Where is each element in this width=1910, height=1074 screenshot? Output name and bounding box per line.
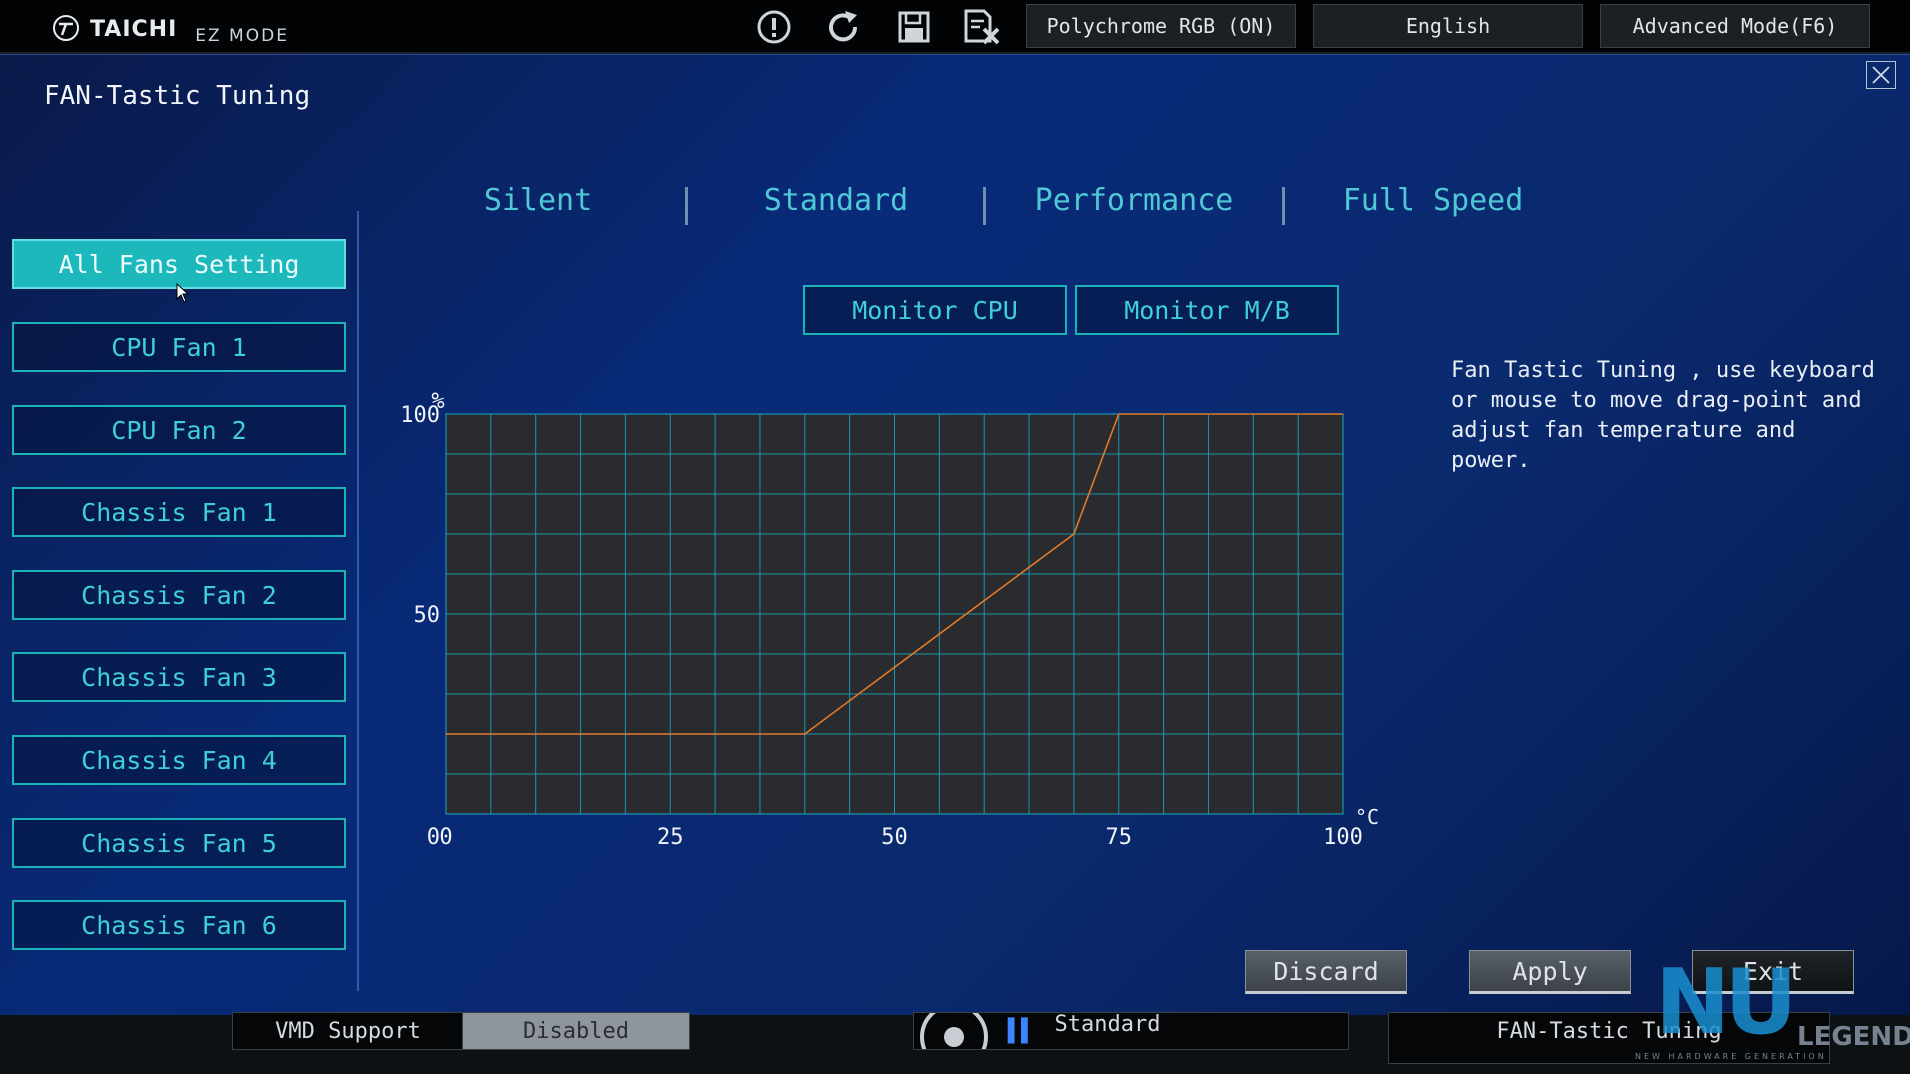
- fan-icon: [920, 1013, 988, 1049]
- x-tick-label: 50: [881, 825, 908, 850]
- apply-button[interactable]: Apply: [1469, 950, 1631, 994]
- discard-file-icon[interactable]: [962, 9, 1002, 45]
- y-tick-label: 0: [427, 825, 440, 850]
- fan-button-chassis-fan-2[interactable]: Chassis Fan 2: [12, 570, 346, 620]
- y-tick-label: 50: [414, 603, 441, 628]
- tab-performance[interactable]: Performance: [994, 183, 1274, 218]
- y-axis-unit-label: %: [431, 389, 444, 414]
- tab-standard[interactable]: Standard: [696, 183, 976, 218]
- mode-label: EZ MODE: [195, 26, 289, 46]
- top-bar: TAICHI EZ MODE Polychrome RGB (ON) Engli…: [0, 0, 1910, 54]
- mouse-cursor-icon: [176, 283, 190, 303]
- fan-button-cpu-fan-2[interactable]: CPU Fan 2: [12, 405, 346, 455]
- fan-mode-box[interactable]: ▌▌ Standard: [913, 1012, 1349, 1050]
- taichi-logo-icon: [53, 15, 79, 41]
- tab-silent[interactable]: Silent: [398, 183, 678, 218]
- tab-separator: [685, 187, 688, 225]
- x-tick-label: 0: [439, 825, 452, 850]
- help-text: Fan Tastic Tuning , use keyboard or mous…: [1451, 358, 1875, 473]
- advanced-mode-button[interactable]: Advanced Mode(F6): [1600, 4, 1870, 48]
- watermark-mark: NU: [1655, 950, 1797, 1055]
- x-axis-unit-label: °C: [1355, 805, 1379, 829]
- language-button[interactable]: English: [1313, 4, 1583, 48]
- fan-curve-chart[interactable]: 0 25 50 75 100050100%°C: [390, 325, 1400, 885]
- refresh-icon[interactable]: [824, 9, 864, 45]
- curve-drag-point[interactable]: [1114, 409, 1124, 419]
- panel-divider: [357, 211, 359, 991]
- vmd-support-label[interactable]: VMD Support: [232, 1012, 464, 1050]
- watermark-legend: LEGEND: [1797, 1022, 1910, 1052]
- tab-full-speed[interactable]: Full Speed: [1293, 183, 1573, 218]
- curve-drag-point[interactable]: [1338, 409, 1348, 419]
- brand-name: TAICHI: [90, 17, 178, 42]
- fan-level-bars: ▌▌: [1008, 1018, 1035, 1044]
- watermark-tagline: NEW HARDWARE GENERATION: [1635, 1052, 1827, 1061]
- vmd-support-value[interactable]: Disabled: [462, 1012, 690, 1050]
- curve-drag-point[interactable]: [441, 729, 451, 739]
- tab-separator: [983, 187, 986, 225]
- x-tick-label: 25: [657, 825, 684, 850]
- fan-tastic-tuning-panel: FAN-Tastic Tuning All Fans Setting CPU F…: [0, 54, 1910, 1016]
- discard-button[interactable]: Discard: [1245, 950, 1407, 994]
- save-icon[interactable]: [894, 9, 934, 45]
- polychrome-rgb-button[interactable]: Polychrome RGB (ON): [1026, 4, 1296, 48]
- warning-icon[interactable]: [754, 9, 794, 45]
- fan-button-chassis-fan-4[interactable]: Chassis Fan 4: [12, 735, 346, 785]
- fan-button-chassis-fan-1[interactable]: Chassis Fan 1: [12, 487, 346, 537]
- fan-mode-label: Standard: [1054, 1012, 1161, 1037]
- tab-separator: [1282, 187, 1285, 225]
- fan-button-cpu-fan-1[interactable]: CPU Fan 1: [12, 322, 346, 372]
- curve-drag-point[interactable]: [800, 729, 810, 739]
- fan-button-chassis-fan-6[interactable]: Chassis Fan 6: [12, 900, 346, 950]
- fan-button-chassis-fan-5[interactable]: Chassis Fan 5: [12, 818, 346, 868]
- curve-drag-point[interactable]: [1069, 529, 1079, 539]
- fan-button-chassis-fan-3[interactable]: Chassis Fan 3: [12, 652, 346, 702]
- close-button[interactable]: [1866, 61, 1896, 89]
- x-tick-label: 75: [1106, 825, 1133, 850]
- fan-button-all-fans-setting[interactable]: All Fans Setting: [12, 239, 346, 289]
- panel-title: FAN-Tastic Tuning: [44, 81, 311, 111]
- close-icon: [1872, 66, 1890, 84]
- watermark: NU LEGEND NEW HARDWARE GENERATION: [1635, 950, 1910, 1061]
- logo: TAICHI EZ MODE: [52, 14, 289, 46]
